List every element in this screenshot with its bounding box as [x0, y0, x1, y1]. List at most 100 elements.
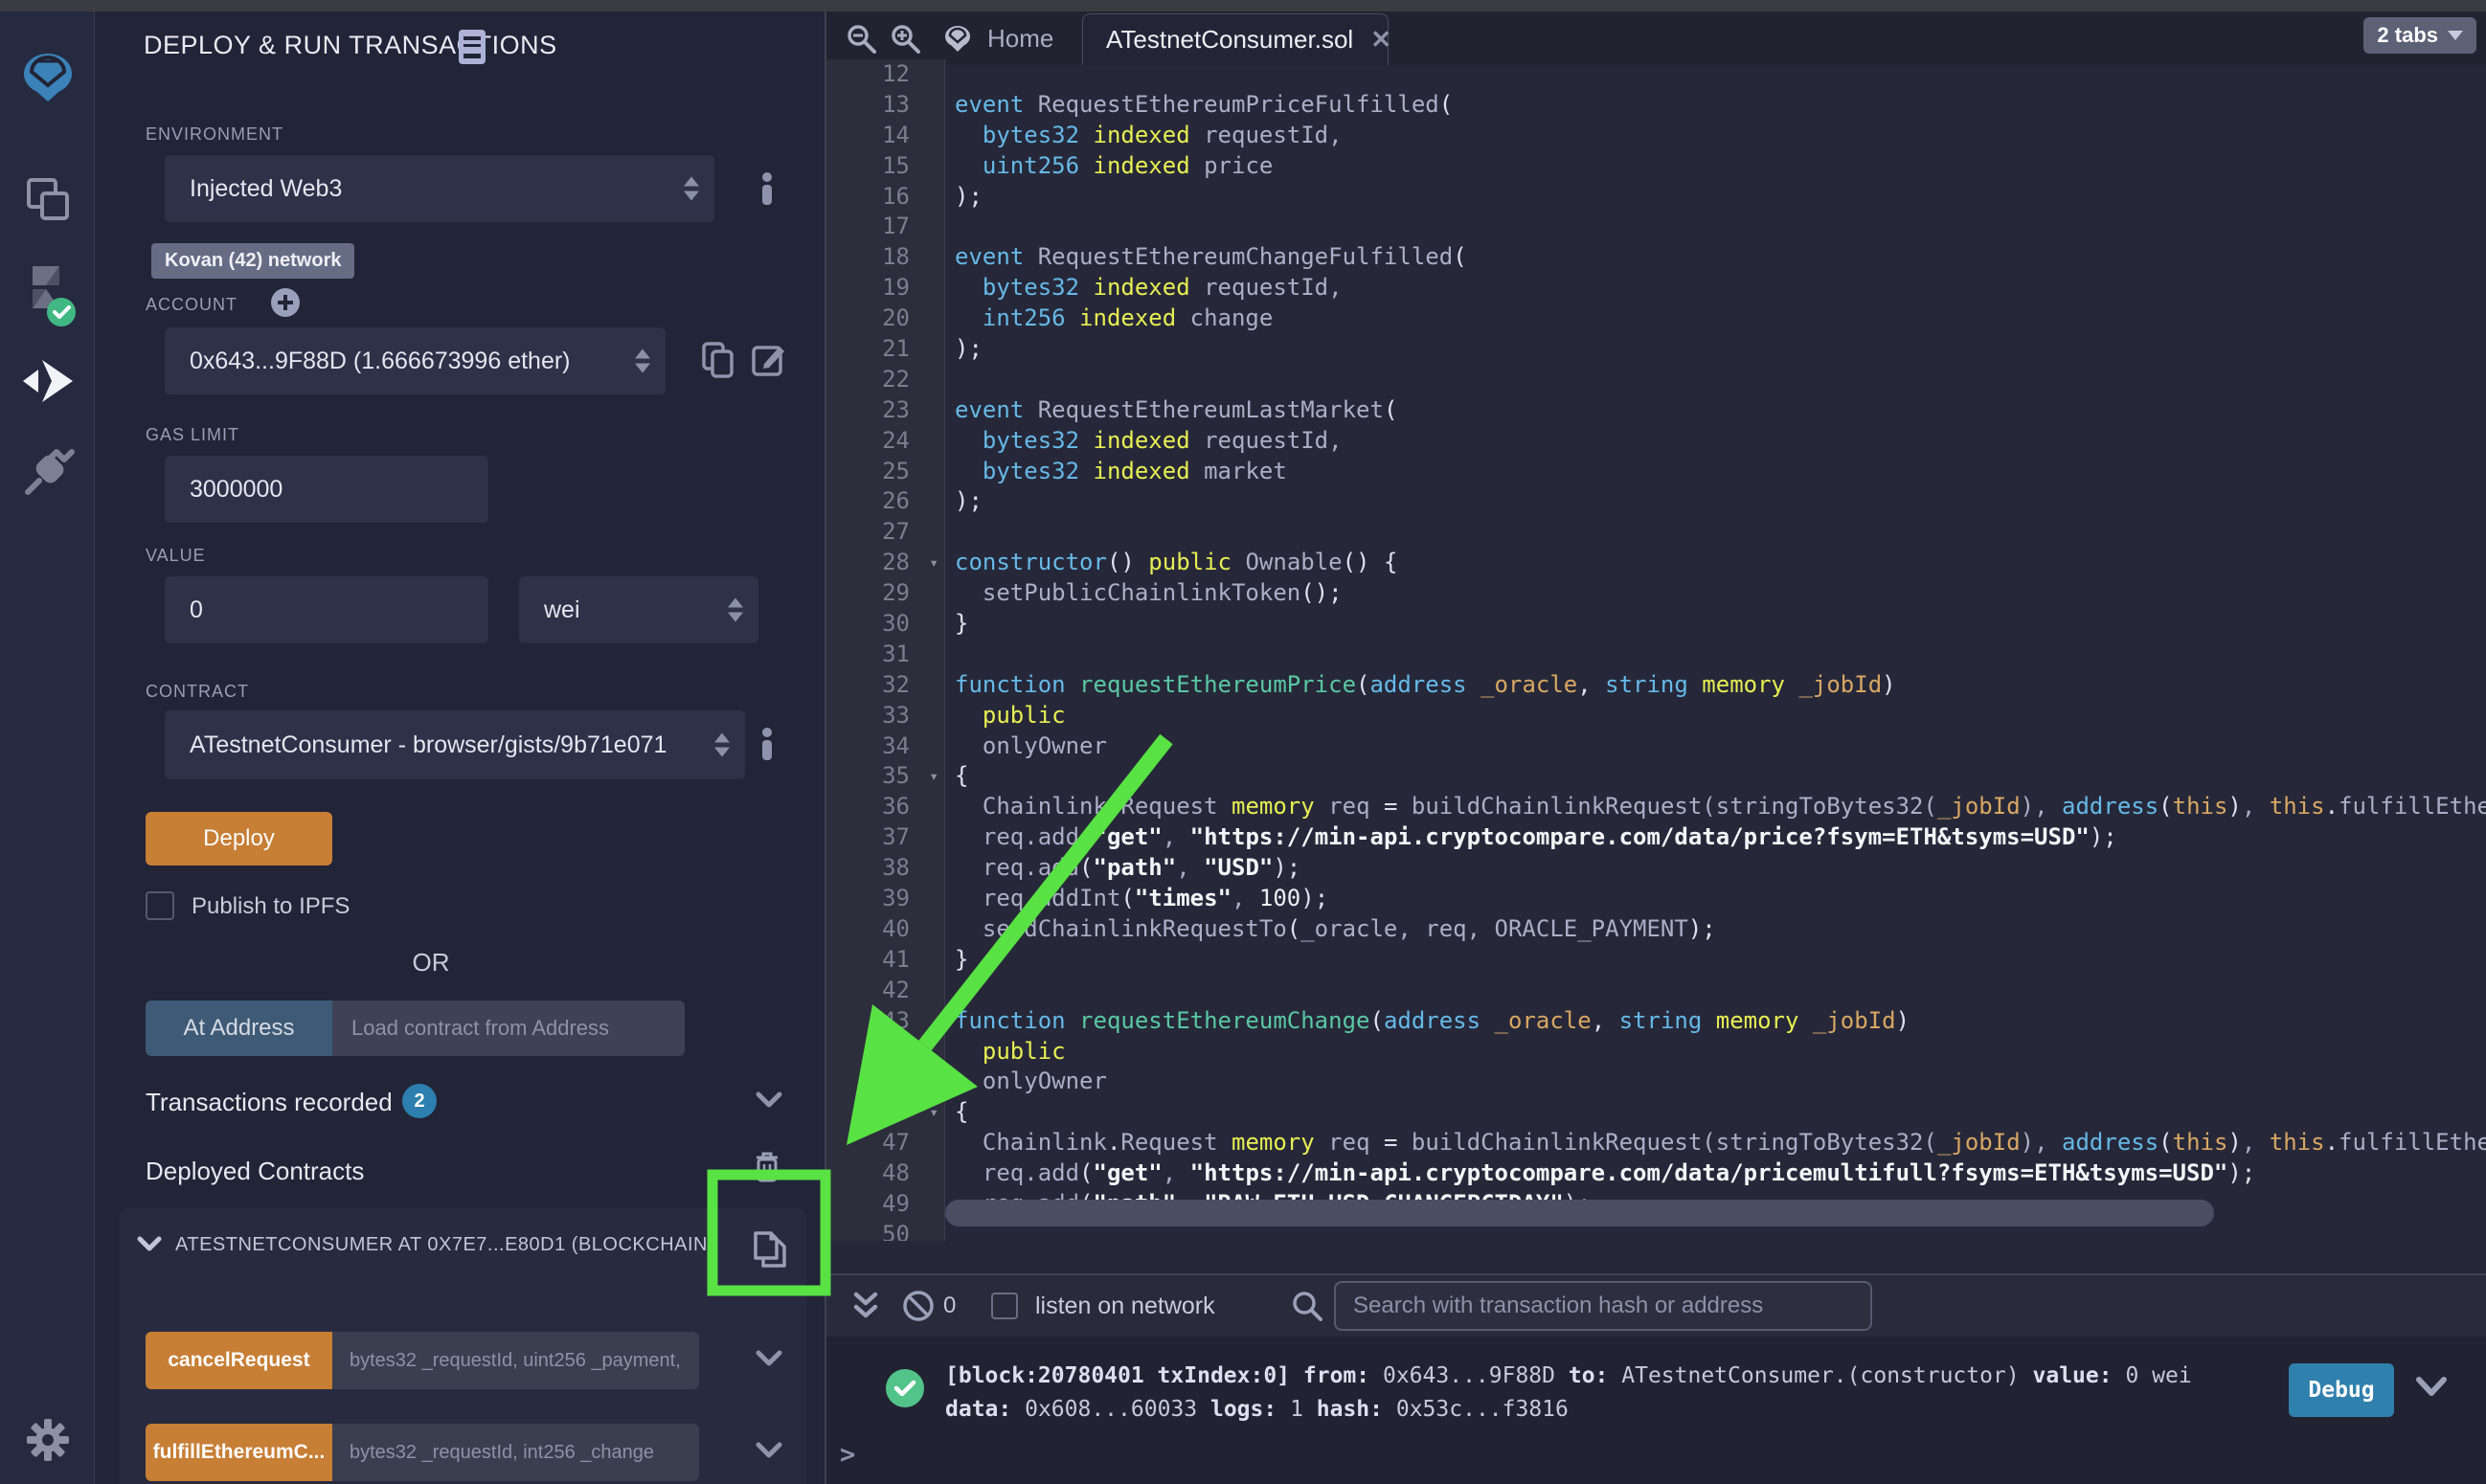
fold-arrow-icon[interactable]: ▾: [929, 548, 938, 578]
terminal-prompt[interactable]: >: [840, 1440, 855, 1470]
deploy-button[interactable]: Deploy: [146, 812, 332, 866]
close-tab-icon[interactable]: ✕: [1370, 25, 1391, 55]
line-number: 21: [826, 334, 945, 365]
home-remix-icon: [941, 22, 974, 55]
transactions-chevron-down-icon[interactable]: [755, 1090, 783, 1111]
publish-ipfs-label: Publish to IPFS: [192, 893, 350, 920]
code-line: 44 public: [826, 1037, 2486, 1068]
line-number: 19: [826, 273, 945, 304]
code-line: 13event RequestEthereumPriceFulfilled(: [826, 90, 2486, 121]
value-amount: 0: [190, 596, 203, 624]
publish-ipfs-checkbox[interactable]: [146, 891, 174, 920]
copy-account-icon[interactable]: [701, 341, 735, 379]
line-number: 37: [826, 822, 945, 853]
collapse-terminal-icon[interactable]: [851, 1291, 880, 1321]
fold-arrow-icon[interactable]: ▾: [929, 761, 938, 792]
deployed-contracts-label: Deployed Contracts: [146, 1157, 364, 1186]
line-number: 48: [826, 1158, 945, 1189]
line-number: 50: [826, 1220, 945, 1241]
code-line: 19 bytes32 indexed requestId,: [826, 273, 2486, 304]
line-number: 40: [826, 914, 945, 945]
code-line: 15 uint256 indexed price: [826, 151, 2486, 182]
window-top-strip: [0, 0, 2486, 11]
line-number: 39: [826, 884, 945, 914]
contract-select[interactable]: ATestnetConsumer - browser/gists/9b71e07…: [165, 710, 745, 779]
edit-account-icon[interactable]: [751, 341, 787, 377]
cancel-request-params-input[interactable]: [332, 1332, 699, 1389]
listen-network-checkbox[interactable]: [991, 1293, 1018, 1319]
settings-gear-icon[interactable]: [0, 1415, 95, 1465]
at-address-button[interactable]: At Address: [146, 1001, 332, 1056]
line-number: 34: [826, 731, 945, 762]
environment-info-icon[interactable]: [757, 172, 778, 205]
file-explorer-icon[interactable]: [0, 172, 95, 226]
remix-logo-icon[interactable]: [0, 48, 95, 107]
fulfill-chevron-icon[interactable]: [755, 1440, 783, 1461]
debug-button[interactable]: Debug: [2289, 1363, 2394, 1417]
select-arrows-icon: [711, 733, 730, 757]
add-account-icon[interactable]: [270, 287, 301, 318]
zoom-out-icon[interactable]: [846, 23, 878, 56]
code-editor: Home ATestnetConsumer.sol ✕ 2 tabs 1213e…: [825, 11, 2486, 1273]
code-line: 24 bytes32 indexed requestId,: [826, 426, 2486, 457]
contract-info-icon[interactable]: [757, 728, 778, 760]
clear-console-icon[interactable]: [901, 1289, 936, 1323]
tab-home[interactable]: Home: [922, 11, 1073, 65]
terminal-search-input[interactable]: [1334, 1281, 1872, 1331]
code-line: 48 req.add("get", "https://min-api.crypt…: [826, 1158, 2486, 1189]
transaction-log[interactable]: [block:20780401 txIndex:0] from: 0x643..…: [945, 1360, 2192, 1427]
tabs-count-dropdown[interactable]: 2 tabs: [2363, 17, 2476, 54]
line-number: 44: [826, 1037, 945, 1068]
line-number: 33: [826, 701, 945, 731]
deploy-and-run-icon[interactable]: [0, 356, 95, 406]
account-select[interactable]: 0x643...9F88D (1.666673996 ether): [165, 327, 666, 394]
document-icon[interactable]: [458, 29, 486, 65]
gas-limit-value: 3000000: [190, 476, 282, 504]
code-line: 28▾constructor() public Ownable() {: [826, 548, 2486, 578]
environment-select[interactable]: Injected Web3: [165, 155, 714, 222]
value-unit: wei: [544, 596, 580, 624]
code-line: 32function requestEthereumPrice(address …: [826, 670, 2486, 701]
line-number: 25: [826, 457, 945, 487]
line-number: 47: [826, 1128, 945, 1158]
cancel-request-chevron-icon[interactable]: [755, 1348, 783, 1369]
terminal-toolbar: 0 listen on network: [826, 1275, 2486, 1337]
tab-home-label: Home: [987, 24, 1053, 54]
line-number: 30: [826, 609, 945, 640]
fulfill-ethereum-change-button[interactable]: fulfillEthereumC...: [146, 1424, 332, 1481]
fold-arrow-icon[interactable]: ▾: [929, 1097, 938, 1128]
fulfill-ethereum-change-params-input[interactable]: [332, 1424, 699, 1481]
code-line: 35▾{: [826, 761, 2486, 792]
environment-value: Injected Web3: [190, 175, 342, 203]
line-number: 23: [826, 395, 945, 426]
code-line: 38 req.add("path", "USD");: [826, 853, 2486, 884]
copy-contract-address-icon[interactable]: [752, 1229, 790, 1271]
at-address-input[interactable]: [332, 1001, 685, 1056]
value-label: VALUE: [146, 546, 206, 566]
expand-log-chevron-icon[interactable]: [2415, 1375, 2448, 1400]
trash-icon[interactable]: [755, 1151, 780, 1183]
code-line: 41}: [826, 945, 2486, 976]
select-arrows-icon: [635, 349, 650, 373]
zoom-in-icon[interactable]: [890, 23, 922, 56]
horizontal-scrollbar[interactable]: [945, 1200, 2214, 1226]
code-line: 16);: [826, 182, 2486, 213]
code-line: 45 onlyOwner: [826, 1067, 2486, 1097]
line-number: 24: [826, 426, 945, 457]
plugin-manager-icon[interactable]: [0, 444, 95, 500]
code-line: 17: [826, 212, 2486, 242]
search-icon: [1290, 1289, 1324, 1323]
chevron-down-icon: [2448, 31, 2463, 40]
line-number: 18: [826, 242, 945, 273]
gas-limit-input[interactable]: 3000000: [165, 456, 488, 523]
terminal: 0 listen on network [block:20780401 txIn…: [825, 1273, 2486, 1484]
code-lines[interactable]: 1213event RequestEthereumPriceFulfilled(…: [826, 59, 2486, 1241]
solidity-compiler-icon[interactable]: [0, 262, 95, 331]
cancel-request-button[interactable]: cancelRequest: [146, 1332, 332, 1389]
deployed-contract-header[interactable]: ATESTNETCONSUMER AT 0X7E7...E80D1 (BLOCK…: [120, 1208, 806, 1281]
select-arrows-icon: [684, 177, 699, 201]
value-input[interactable]: 0: [165, 576, 488, 643]
value-unit-select[interactable]: wei: [519, 576, 758, 643]
tab-active-file[interactable]: ATestnetConsumer.sol ✕: [1082, 13, 1389, 65]
code-line: 23event RequestEthereumLastMarket(: [826, 395, 2486, 426]
